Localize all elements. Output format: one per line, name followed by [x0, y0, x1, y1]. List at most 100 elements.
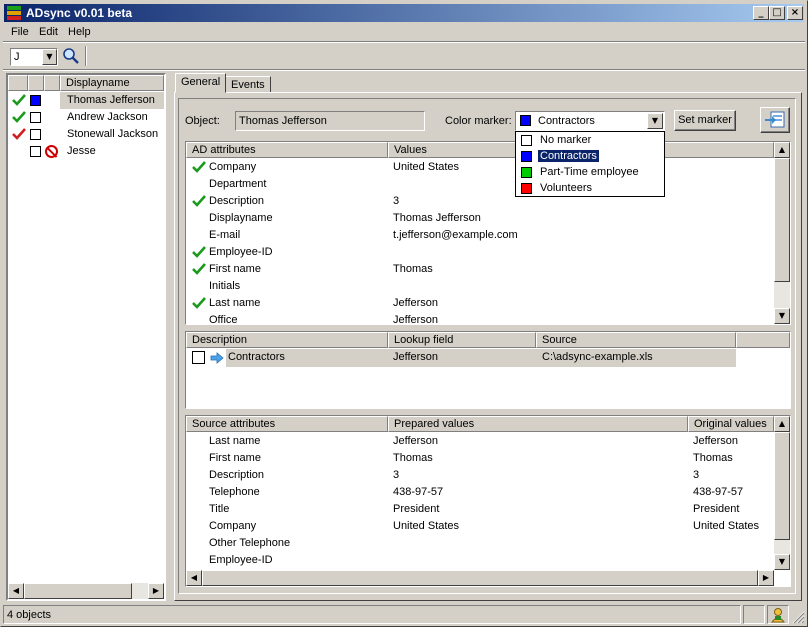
lookup-source-header[interactable]: Source — [536, 332, 736, 348]
scroll-down-button[interactable]: ▼ — [774, 554, 790, 570]
dropdown-item-label: Volunteers — [540, 182, 592, 194]
color-marker-select[interactable]: Contractors ▼ — [515, 111, 665, 131]
tab-general[interactable]: General — [175, 73, 227, 93]
scroll-up-button[interactable]: ▲ — [774, 142, 790, 158]
dropdown-item[interactable]: Contractors — [517, 149, 663, 165]
dropdown-item[interactable]: Volunteers — [517, 181, 663, 197]
search-combo[interactable]: J ▼ — [10, 48, 58, 66]
user-name-col[interactable]: Displayname — [60, 75, 164, 91]
source-attr-name: Last name — [209, 435, 261, 447]
original-values-header[interactable]: Original values — [688, 416, 774, 432]
user-row[interactable]: Thomas Jefferson — [8, 92, 164, 109]
resize-grip-icon[interactable] — [791, 610, 805, 624]
prepared-values-header[interactable]: Prepared values — [388, 416, 688, 432]
user-row[interactable]: Stonewall Jackson — [8, 126, 164, 143]
source-row[interactable]: First name Thomas Thomas — [186, 450, 774, 467]
set-marker-button[interactable]: Set marker — [674, 110, 736, 131]
minimize-button[interactable]: _ — [753, 6, 769, 20]
lookup-table[interactable]: Description Lookup field Source Contract… — [185, 331, 791, 409]
lookup-extra-header[interactable] — [736, 332, 790, 348]
ad-row[interactable]: Description 3 — [186, 193, 774, 210]
dropdown-swatch — [521, 151, 532, 162]
lookup-field-header[interactable]: Lookup field — [388, 332, 536, 348]
ad-row[interactable]: Last name Jefferson — [186, 295, 774, 312]
user-list-hscroll-thumb[interactable] — [24, 583, 132, 599]
lookup-desc-header[interactable]: Description — [186, 332, 388, 348]
combo-dropdown-button[interactable]: ▼ — [42, 49, 57, 65]
user-status-col[interactable] — [44, 75, 60, 91]
status-panel-3 — [767, 605, 789, 624]
source-attributes-table[interactable]: Source attributes Prepared values Origin… — [185, 415, 791, 587]
user-marker-col[interactable] — [28, 75, 44, 91]
ad-row[interactable]: First name Thomas — [186, 261, 774, 278]
source-hscroll-thumb[interactable] — [202, 570, 758, 586]
scroll-left-button[interactable]: ◀ — [186, 570, 202, 586]
ad-vscroll[interactable]: ▲ ▼ — [774, 142, 790, 324]
ad-row[interactable]: Department — [186, 176, 774, 193]
ad-row[interactable]: Displayname Thomas Jefferson — [186, 210, 774, 227]
ad-row[interactable]: E-mail t.jefferson@example.com — [186, 227, 774, 244]
ad-attributes-table[interactable]: AD attributes Values Company United State… — [185, 141, 791, 325]
close-button[interactable]: × — [787, 6, 803, 20]
user-color-marker[interactable] — [30, 129, 41, 140]
lookup-checkbox[interactable] — [192, 351, 205, 364]
color-marker-dropdown-button[interactable]: ▼ — [647, 113, 663, 129]
source-row[interactable]: Last name Jefferson Jefferson — [186, 433, 774, 450]
source-row[interactable]: Company United States United States — [186, 518, 774, 535]
user-list-hscroll[interactable]: ◀ ▶ — [8, 583, 164, 599]
tab-events[interactable]: Events — [225, 76, 271, 93]
source-vscroll[interactable]: ▲ ▼ — [774, 416, 790, 570]
dropdown-item-label: Contractors — [538, 150, 599, 162]
menu-help[interactable]: Help — [68, 26, 91, 38]
menu-edit[interactable]: Edit — [39, 26, 58, 38]
ad-attr-header[interactable]: AD attributes — [186, 142, 388, 158]
user-list[interactable]: Displayname Thomas Jefferson Andrew Jacks… — [6, 73, 166, 601]
scroll-up-button[interactable]: ▲ — [774, 416, 790, 432]
ad-row[interactable]: Employee-ID — [186, 244, 774, 261]
title-bar[interactable]: ADsync v0.01 beta _ □ × — [4, 4, 804, 22]
original-value: Jefferson — [693, 435, 739, 447]
user-color-marker[interactable] — [30, 95, 41, 106]
splitter[interactable] — [168, 73, 171, 601]
user-row[interactable]: Andrew Jackson — [8, 109, 164, 126]
scroll-right-button[interactable]: ▶ — [758, 570, 774, 586]
source-hscroll[interactable]: ◀ ▶ — [186, 570, 774, 586]
green-check-icon — [192, 161, 206, 173]
ad-vscroll-thumb[interactable] — [774, 158, 790, 282]
source-row[interactable]: Other Telephone — [186, 535, 774, 552]
search-icon[interactable] — [62, 47, 80, 65]
ad-row[interactable]: Office Jefferson — [186, 312, 774, 323]
user-name-cell: Jesse — [60, 143, 164, 160]
export-button[interactable] — [760, 107, 790, 133]
scroll-right-button[interactable]: ▶ — [148, 583, 164, 599]
ad-attr-name: Displayname — [209, 212, 273, 224]
source-attr-name: Employee-ID — [209, 554, 273, 566]
user-check-col[interactable] — [8, 75, 28, 91]
lookup-source: C:\adsync-example.xls — [542, 351, 653, 363]
scroll-left-button[interactable]: ◀ — [8, 583, 24, 599]
user-color-marker[interactable] — [30, 146, 41, 157]
source-row[interactable]: Employee-ID — [186, 552, 774, 569]
dropdown-item[interactable]: No marker — [517, 133, 663, 149]
user-color-marker[interactable] — [30, 112, 41, 123]
ad-row[interactable]: Company United States — [186, 159, 774, 176]
source-row[interactable]: Title President President — [186, 501, 774, 518]
scroll-down-button[interactable]: ▼ — [774, 308, 790, 324]
menu-file[interactable]: File — [11, 26, 29, 38]
user-name: Andrew Jackson — [67, 111, 148, 123]
lookup-row[interactable]: Contractors Jefferson C:\adsync-example.… — [186, 349, 790, 367]
source-row[interactable]: Description 3 3 — [186, 467, 774, 484]
source-attr-name: Title — [209, 503, 230, 515]
ad-attr-name: Department — [209, 178, 267, 190]
green-check-icon — [192, 263, 206, 275]
user-row[interactable]: Jesse — [8, 143, 164, 160]
source-attr-header[interactable]: Source attributes — [186, 416, 388, 432]
source-row[interactable]: Telephone 438-97-57 438-97-57 — [186, 484, 774, 501]
dropdown-item[interactable]: Part-Time employee — [517, 165, 663, 181]
user-name-cell: Stonewall Jackson — [60, 126, 164, 143]
ad-row[interactable]: Initials — [186, 278, 774, 295]
color-marker-dropdown[interactable]: No marker Contractors Part-Time employee Vo… — [515, 131, 665, 197]
maximize-button[interactable]: □ — [769, 6, 785, 20]
source-vscroll-thumb[interactable] — [774, 432, 790, 540]
status-panel-2 — [743, 605, 765, 624]
